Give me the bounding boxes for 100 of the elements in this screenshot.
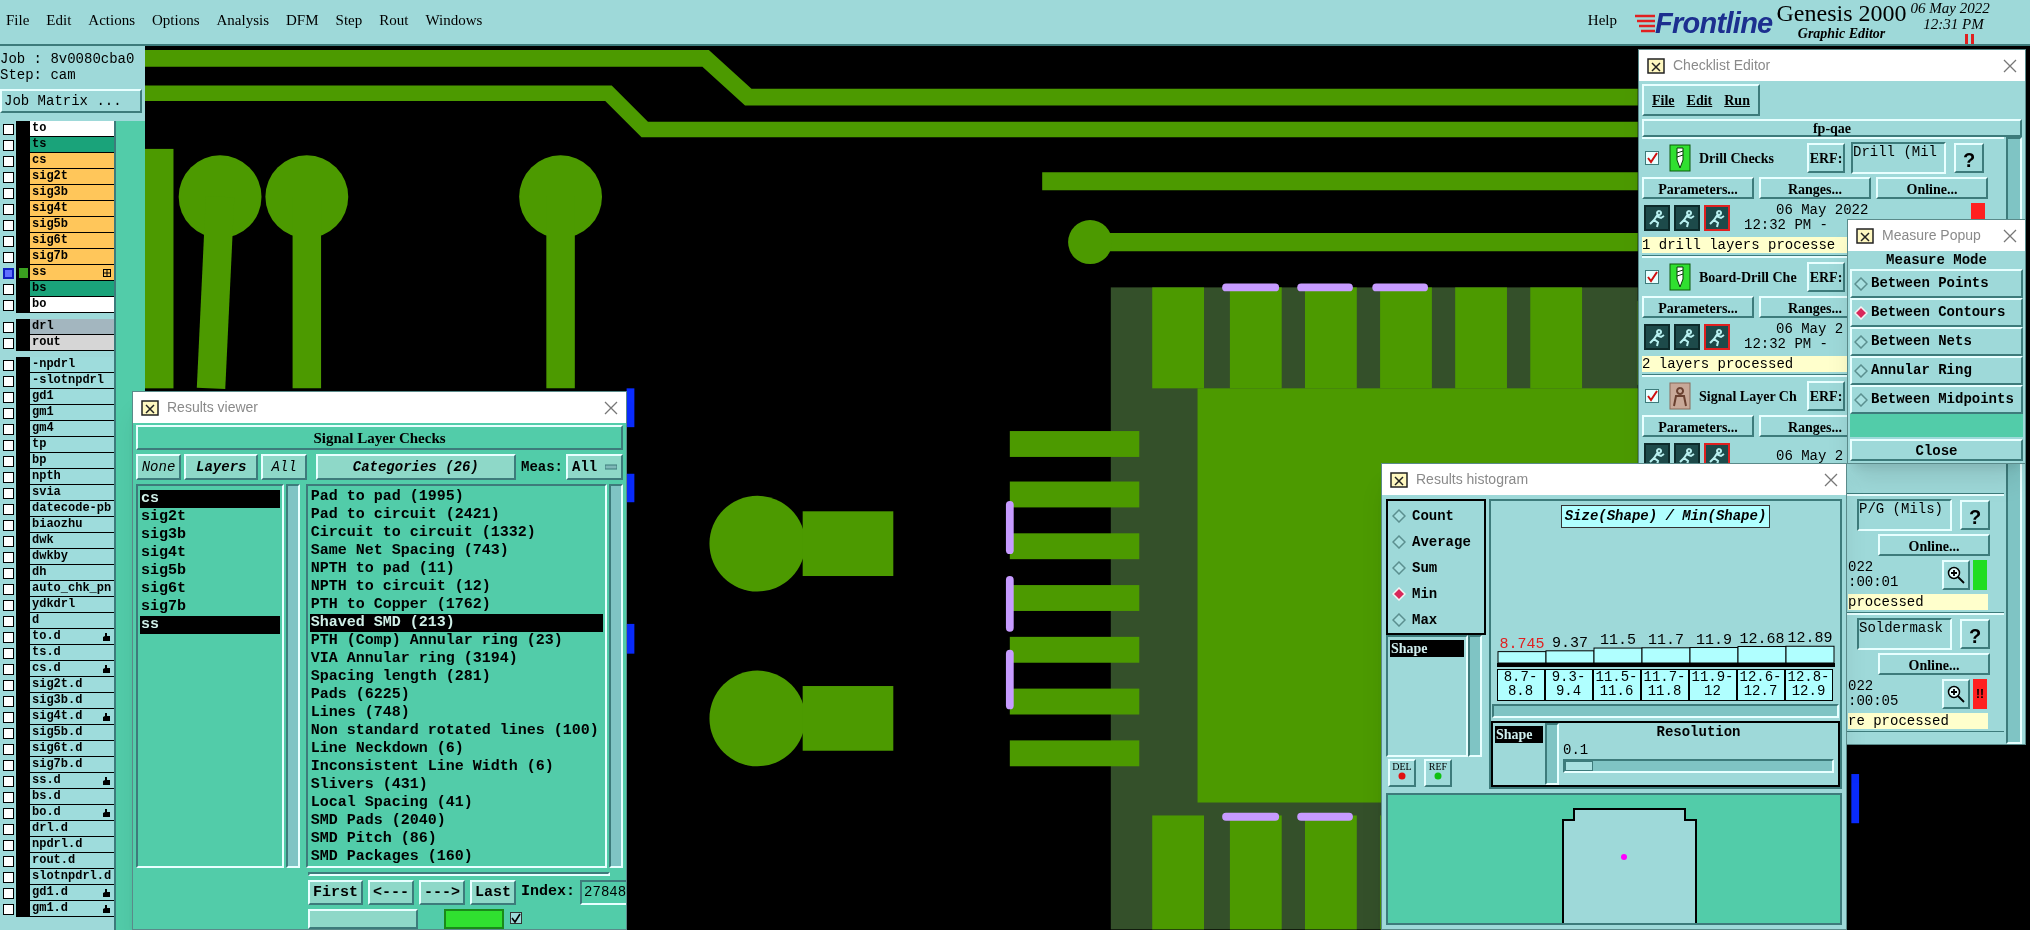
- running-figure-icon[interactable]: [1644, 205, 1670, 231]
- refresh-button[interactable]: REF: [1424, 759, 1452, 787]
- category-item[interactable]: PTH to Copper (1762): [309, 596, 604, 614]
- layer-button[interactable]: auto_chk_pn: [30, 581, 114, 597]
- layer-list-item[interactable]: sig7b: [140, 598, 280, 616]
- category-item[interactable]: Shaved SMD (213): [309, 614, 604, 632]
- category-item[interactable]: Spacing length (281): [309, 668, 604, 686]
- menu-item[interactable]: Edit: [1686, 89, 1713, 111]
- category-item[interactable]: Lines (748): [309, 704, 604, 722]
- radio-option[interactable]: Sum: [1392, 555, 1480, 581]
- checkbox[interactable]: [2, 855, 14, 867]
- layer-button[interactable]: -npdrl: [30, 357, 114, 373]
- action-button[interactable]: [308, 909, 418, 929]
- header-button[interactable]: Signal Layer Checks: [136, 425, 623, 450]
- zoom-in-button[interactable]: [1942, 560, 1970, 590]
- category-item[interactable]: NPTH to pad (11): [309, 560, 604, 578]
- checkbox[interactable]: [2, 267, 14, 279]
- menu-item[interactable]: Run: [1724, 89, 1750, 111]
- menu-item[interactable]: DFM: [286, 9, 319, 32]
- layer-button[interactable]: dh: [30, 565, 114, 581]
- radio-option[interactable]: Average: [1392, 529, 1480, 555]
- checkbox[interactable]: [2, 155, 14, 167]
- nav-button[interactable]: <---: [368, 880, 415, 905]
- meas-dropdown[interactable]: All: [566, 454, 623, 480]
- layer-button[interactable]: bo.d: [30, 805, 114, 821]
- erf-button[interactable]: ERF:: [1807, 381, 1845, 411]
- running-figure-icon[interactable]: [1644, 324, 1670, 350]
- close-icon[interactable]: [2003, 228, 2017, 243]
- category-item[interactable]: SMD Pitch (86): [309, 830, 604, 848]
- category-item[interactable]: PTH (Comp) Annular ring (23): [309, 632, 604, 650]
- checkbox[interactable]: [2, 599, 14, 611]
- checkbox[interactable]: [2, 519, 14, 531]
- layer-button[interactable]: ts: [30, 137, 114, 153]
- layer-list-item[interactable]: ss: [140, 616, 280, 634]
- checkbox[interactable]: [2, 283, 14, 295]
- checkbox[interactable]: [2, 337, 14, 349]
- checkbox[interactable]: [2, 123, 14, 135]
- delete-button[interactable]: DEL: [1388, 759, 1416, 787]
- checkbox[interactable]: [2, 235, 14, 247]
- checkbox[interactable]: [2, 503, 14, 515]
- layer-button[interactable]: bo: [30, 297, 114, 313]
- layer-button[interactable]: biaozhu: [30, 517, 114, 533]
- checkbox[interactable]: [2, 567, 14, 579]
- checkbox[interactable]: [2, 711, 14, 723]
- layer-button[interactable]: ss.d: [30, 773, 114, 789]
- running-figure-icon[interactable]: [1674, 324, 1700, 350]
- menu-item[interactable]: Windows: [425, 9, 483, 32]
- checkbox[interactable]: [2, 775, 14, 787]
- scrollbar[interactable]: [1492, 704, 1839, 718]
- checkbox[interactable]: [2, 439, 14, 451]
- checkbox[interactable]: [2, 203, 14, 215]
- layer-button[interactable]: gm4: [30, 421, 114, 437]
- layer-list-item[interactable]: sig2t: [140, 508, 280, 526]
- checkbox[interactable]: [2, 823, 14, 835]
- layer-button[interactable]: sig5b: [30, 217, 114, 233]
- layer-filter-button[interactable]: All: [261, 454, 307, 480]
- action-button[interactable]: Online...: [1876, 177, 1988, 199]
- radio-option[interactable]: Count: [1392, 503, 1480, 529]
- category-item[interactable]: Pad to circuit (2421): [309, 506, 604, 524]
- checkbox[interactable]: [2, 375, 14, 387]
- checkbox[interactable]: [2, 321, 14, 333]
- checkbox[interactable]: [510, 912, 522, 924]
- category-item[interactable]: Pad to pad (1995): [309, 488, 604, 506]
- category-item[interactable]: Non standard rotated lines (100): [309, 722, 604, 740]
- scrollbar[interactable]: [308, 872, 610, 876]
- erf-field[interactable]: Soldermask: [1857, 618, 1952, 650]
- layer-button[interactable]: sig3b: [30, 185, 114, 201]
- checkbox[interactable]: [2, 903, 14, 915]
- categories-button[interactable]: Categories (26): [315, 454, 516, 480]
- close-icon[interactable]: [1824, 472, 1838, 487]
- layer-button[interactable]: ydkdrl: [30, 597, 114, 613]
- radio-option[interactable]: Between Contours: [1850, 298, 2023, 327]
- checkbox[interactable]: [2, 743, 14, 755]
- menu-item[interactable]: File: [1652, 89, 1675, 111]
- zoom-in-button[interactable]: [1942, 679, 1970, 709]
- help-button[interactable]: ?: [1954, 143, 1984, 173]
- category-item[interactable]: Pads (6225): [309, 686, 604, 704]
- layer-button[interactable]: gd1: [30, 389, 114, 405]
- category-item[interactable]: Same Net Spacing (743): [309, 542, 604, 560]
- help-menu[interactable]: Help: [1587, 0, 1617, 32]
- layer-button[interactable]: sig7b.d: [30, 757, 114, 773]
- layer-button[interactable]: npth: [30, 469, 114, 485]
- layer-button[interactable]: ss: [30, 265, 114, 281]
- layer-list-item[interactable]: sig3b: [140, 526, 280, 544]
- checkbox[interactable]: [2, 423, 14, 435]
- radio-option[interactable]: Between Nets: [1850, 327, 2023, 356]
- layer-button[interactable]: ts.d: [30, 645, 114, 661]
- menu-item[interactable]: Edit: [46, 9, 72, 32]
- close-icon[interactable]: [2003, 58, 2017, 73]
- checkbox[interactable]: [2, 887, 14, 899]
- erf-button[interactable]: ERF:: [1807, 143, 1845, 173]
- close-icon[interactable]: [604, 400, 618, 415]
- scrollbar[interactable]: [1468, 635, 1482, 757]
- layer-button[interactable]: sig7b: [30, 249, 114, 265]
- checkbox[interactable]: [1645, 389, 1659, 403]
- menu-item[interactable]: File: [6, 9, 30, 32]
- checkbox[interactable]: [2, 535, 14, 547]
- layer-button[interactable]: gm1: [30, 405, 114, 421]
- erf-button[interactable]: ERF:: [1807, 262, 1845, 292]
- category-item[interactable]: VIA Annular ring (3194): [309, 650, 604, 668]
